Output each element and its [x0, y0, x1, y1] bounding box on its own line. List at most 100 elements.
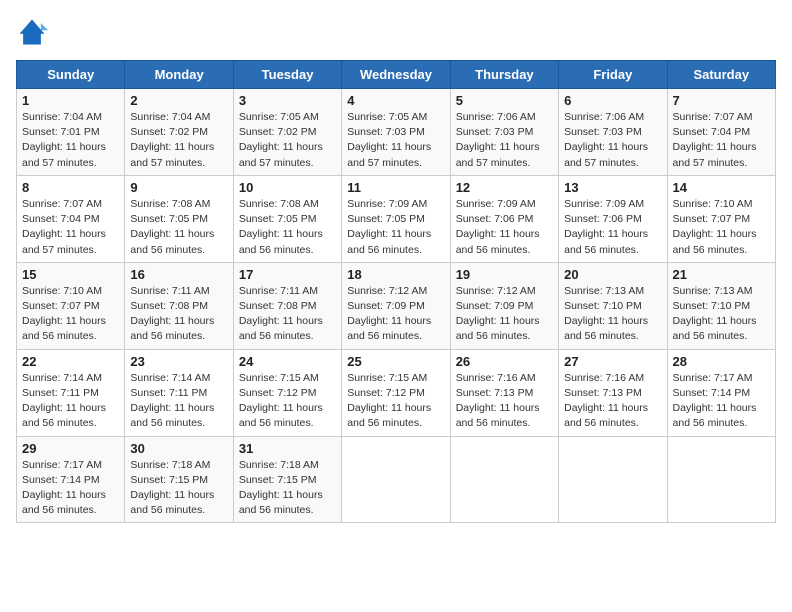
calendar-week-row: 29 Sunrise: 7:17 AMSunset: 7:14 PMDaylig… — [17, 436, 776, 523]
column-header-wednesday: Wednesday — [342, 61, 450, 89]
day-info: Sunrise: 7:11 AMSunset: 7:08 PMDaylight:… — [239, 284, 336, 345]
day-info: Sunrise: 7:17 AMSunset: 7:14 PMDaylight:… — [22, 458, 119, 519]
calendar-cell — [667, 436, 775, 523]
day-info: Sunrise: 7:14 AMSunset: 7:11 PMDaylight:… — [22, 371, 119, 432]
calendar-cell: 11 Sunrise: 7:09 AMSunset: 7:05 PMDaylig… — [342, 175, 450, 262]
calendar-cell: 17 Sunrise: 7:11 AMSunset: 7:08 PMDaylig… — [233, 262, 341, 349]
day-number: 22 — [22, 354, 119, 369]
day-number: 9 — [130, 180, 227, 195]
calendar-cell: 20 Sunrise: 7:13 AMSunset: 7:10 PMDaylig… — [559, 262, 667, 349]
calendar-cell: 19 Sunrise: 7:12 AMSunset: 7:09 PMDaylig… — [450, 262, 558, 349]
day-info: Sunrise: 7:07 AMSunset: 7:04 PMDaylight:… — [22, 197, 119, 258]
day-number: 31 — [239, 441, 336, 456]
page-header — [16, 16, 776, 48]
calendar-cell: 21 Sunrise: 7:13 AMSunset: 7:10 PMDaylig… — [667, 262, 775, 349]
calendar-cell: 2 Sunrise: 7:04 AMSunset: 7:02 PMDayligh… — [125, 89, 233, 176]
day-info: Sunrise: 7:11 AMSunset: 7:08 PMDaylight:… — [130, 284, 227, 345]
day-number: 15 — [22, 267, 119, 282]
calendar-week-row: 22 Sunrise: 7:14 AMSunset: 7:11 PMDaylig… — [17, 349, 776, 436]
calendar-cell: 18 Sunrise: 7:12 AMSunset: 7:09 PMDaylig… — [342, 262, 450, 349]
day-info: Sunrise: 7:18 AMSunset: 7:15 PMDaylight:… — [130, 458, 227, 519]
day-number: 24 — [239, 354, 336, 369]
logo — [16, 16, 54, 48]
day-number: 16 — [130, 267, 227, 282]
day-info: Sunrise: 7:16 AMSunset: 7:13 PMDaylight:… — [456, 371, 553, 432]
column-header-thursday: Thursday — [450, 61, 558, 89]
day-number: 29 — [22, 441, 119, 456]
calendar-cell — [559, 436, 667, 523]
calendar-cell: 8 Sunrise: 7:07 AMSunset: 7:04 PMDayligh… — [17, 175, 125, 262]
day-number: 28 — [673, 354, 770, 369]
day-number: 10 — [239, 180, 336, 195]
day-number: 26 — [456, 354, 553, 369]
day-info: Sunrise: 7:17 AMSunset: 7:14 PMDaylight:… — [673, 371, 770, 432]
day-number: 7 — [673, 93, 770, 108]
day-info: Sunrise: 7:15 AMSunset: 7:12 PMDaylight:… — [239, 371, 336, 432]
column-header-tuesday: Tuesday — [233, 61, 341, 89]
day-number: 25 — [347, 354, 444, 369]
day-info: Sunrise: 7:09 AMSunset: 7:05 PMDaylight:… — [347, 197, 444, 258]
day-number: 30 — [130, 441, 227, 456]
calendar-cell: 12 Sunrise: 7:09 AMSunset: 7:06 PMDaylig… — [450, 175, 558, 262]
calendar-cell: 29 Sunrise: 7:17 AMSunset: 7:14 PMDaylig… — [17, 436, 125, 523]
day-info: Sunrise: 7:18 AMSunset: 7:15 PMDaylight:… — [239, 458, 336, 519]
calendar-cell: 6 Sunrise: 7:06 AMSunset: 7:03 PMDayligh… — [559, 89, 667, 176]
calendar-cell: 27 Sunrise: 7:16 AMSunset: 7:13 PMDaylig… — [559, 349, 667, 436]
calendar-cell: 15 Sunrise: 7:10 AMSunset: 7:07 PMDaylig… — [17, 262, 125, 349]
calendar-cell: 7 Sunrise: 7:07 AMSunset: 7:04 PMDayligh… — [667, 89, 775, 176]
calendar-cell: 26 Sunrise: 7:16 AMSunset: 7:13 PMDaylig… — [450, 349, 558, 436]
day-number: 3 — [239, 93, 336, 108]
day-number: 14 — [673, 180, 770, 195]
day-number: 8 — [22, 180, 119, 195]
day-info: Sunrise: 7:08 AMSunset: 7:05 PMDaylight:… — [239, 197, 336, 258]
day-info: Sunrise: 7:09 AMSunset: 7:06 PMDaylight:… — [456, 197, 553, 258]
day-number: 2 — [130, 93, 227, 108]
calendar-cell: 23 Sunrise: 7:14 AMSunset: 7:11 PMDaylig… — [125, 349, 233, 436]
calendar-cell: 5 Sunrise: 7:06 AMSunset: 7:03 PMDayligh… — [450, 89, 558, 176]
day-info: Sunrise: 7:07 AMSunset: 7:04 PMDaylight:… — [673, 110, 770, 171]
column-header-monday: Monday — [125, 61, 233, 89]
day-number: 13 — [564, 180, 661, 195]
day-info: Sunrise: 7:10 AMSunset: 7:07 PMDaylight:… — [22, 284, 119, 345]
day-info: Sunrise: 7:12 AMSunset: 7:09 PMDaylight:… — [456, 284, 553, 345]
column-header-saturday: Saturday — [667, 61, 775, 89]
calendar-cell: 25 Sunrise: 7:15 AMSunset: 7:12 PMDaylig… — [342, 349, 450, 436]
calendar-cell: 14 Sunrise: 7:10 AMSunset: 7:07 PMDaylig… — [667, 175, 775, 262]
calendar-week-row: 15 Sunrise: 7:10 AMSunset: 7:07 PMDaylig… — [17, 262, 776, 349]
day-info: Sunrise: 7:08 AMSunset: 7:05 PMDaylight:… — [130, 197, 227, 258]
calendar-cell: 3 Sunrise: 7:05 AMSunset: 7:02 PMDayligh… — [233, 89, 341, 176]
calendar-cell — [342, 436, 450, 523]
day-info: Sunrise: 7:09 AMSunset: 7:06 PMDaylight:… — [564, 197, 661, 258]
calendar-week-row: 1 Sunrise: 7:04 AMSunset: 7:01 PMDayligh… — [17, 89, 776, 176]
day-info: Sunrise: 7:12 AMSunset: 7:09 PMDaylight:… — [347, 284, 444, 345]
day-info: Sunrise: 7:10 AMSunset: 7:07 PMDaylight:… — [673, 197, 770, 258]
calendar-table: SundayMondayTuesdayWednesdayThursdayFrid… — [16, 60, 776, 523]
calendar-cell: 1 Sunrise: 7:04 AMSunset: 7:01 PMDayligh… — [17, 89, 125, 176]
calendar-cell: 24 Sunrise: 7:15 AMSunset: 7:12 PMDaylig… — [233, 349, 341, 436]
calendar-cell: 31 Sunrise: 7:18 AMSunset: 7:15 PMDaylig… — [233, 436, 341, 523]
day-number: 27 — [564, 354, 661, 369]
calendar-week-row: 8 Sunrise: 7:07 AMSunset: 7:04 PMDayligh… — [17, 175, 776, 262]
day-number: 18 — [347, 267, 444, 282]
day-number: 20 — [564, 267, 661, 282]
day-number: 11 — [347, 180, 444, 195]
day-info: Sunrise: 7:06 AMSunset: 7:03 PMDaylight:… — [564, 110, 661, 171]
day-info: Sunrise: 7:13 AMSunset: 7:10 PMDaylight:… — [564, 284, 661, 345]
calendar-cell: 16 Sunrise: 7:11 AMSunset: 7:08 PMDaylig… — [125, 262, 233, 349]
calendar-cell: 9 Sunrise: 7:08 AMSunset: 7:05 PMDayligh… — [125, 175, 233, 262]
day-info: Sunrise: 7:13 AMSunset: 7:10 PMDaylight:… — [673, 284, 770, 345]
day-number: 21 — [673, 267, 770, 282]
logo-icon — [16, 16, 48, 48]
calendar-cell — [450, 436, 558, 523]
day-number: 19 — [456, 267, 553, 282]
calendar-cell: 4 Sunrise: 7:05 AMSunset: 7:03 PMDayligh… — [342, 89, 450, 176]
day-info: Sunrise: 7:15 AMSunset: 7:12 PMDaylight:… — [347, 371, 444, 432]
calendar-cell: 10 Sunrise: 7:08 AMSunset: 7:05 PMDaylig… — [233, 175, 341, 262]
day-number: 17 — [239, 267, 336, 282]
day-info: Sunrise: 7:05 AMSunset: 7:02 PMDaylight:… — [239, 110, 336, 171]
day-number: 4 — [347, 93, 444, 108]
day-info: Sunrise: 7:05 AMSunset: 7:03 PMDaylight:… — [347, 110, 444, 171]
calendar-header-row: SundayMondayTuesdayWednesdayThursdayFrid… — [17, 61, 776, 89]
day-info: Sunrise: 7:14 AMSunset: 7:11 PMDaylight:… — [130, 371, 227, 432]
calendar-cell: 30 Sunrise: 7:18 AMSunset: 7:15 PMDaylig… — [125, 436, 233, 523]
